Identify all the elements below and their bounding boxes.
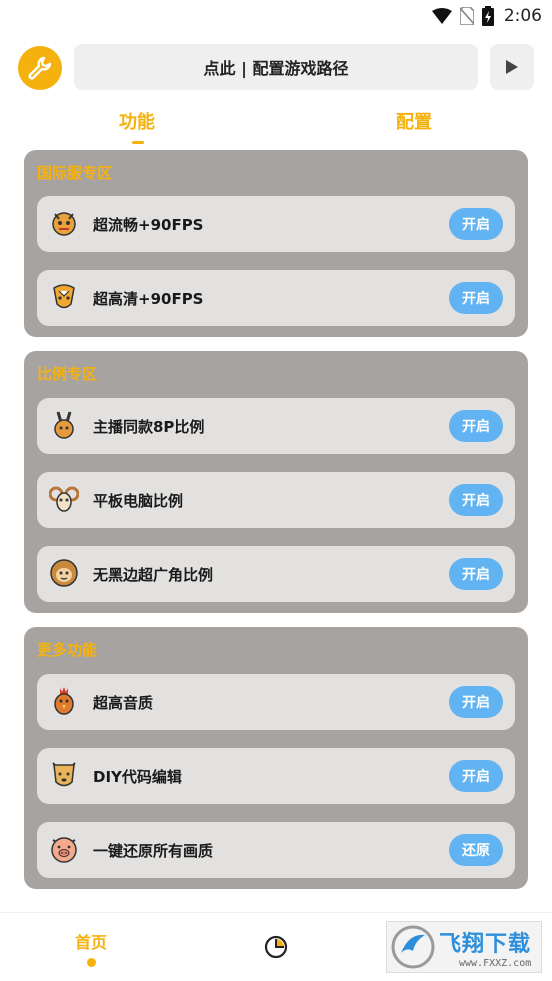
list-item: 超高清+90FPS 开启 xyxy=(37,270,515,326)
list-item: 主播同款8P比例 开启 xyxy=(37,398,515,454)
dog-icon xyxy=(52,762,76,787)
fxxz-logo-icon xyxy=(391,925,435,969)
rooster-icon xyxy=(54,687,74,715)
item-label: 超高音质 xyxy=(93,694,154,712)
enable-button[interactable]: 开启 xyxy=(449,208,503,240)
wifi-icon xyxy=(431,8,452,24)
section-ratio: 比例专区 主播同款8P比例 开启 平板电脑比例 开启 无黑边超广角比例 开启 xyxy=(24,351,528,613)
list-item: DIY代码编辑 开启 xyxy=(37,748,515,804)
enable-button[interactable]: 开启 xyxy=(449,558,503,590)
status-icons: 2:06 xyxy=(431,4,542,28)
item-label: 超高清+90FPS xyxy=(93,290,204,308)
monkey-icon xyxy=(50,559,78,587)
play-button[interactable] xyxy=(490,44,534,90)
enable-button[interactable]: 开启 xyxy=(449,686,503,718)
pig-icon xyxy=(51,837,77,863)
section-title: 比例专区 xyxy=(37,365,98,383)
section-title: 国际服专区 xyxy=(37,164,113,182)
status-bar: 2:06 xyxy=(0,0,552,32)
list-item: 超流畅+90FPS 开启 xyxy=(37,196,515,252)
status-time: 2:06 xyxy=(503,6,542,26)
bottom-nav: 首页 飞翔下载 www.FXXZ.com xyxy=(0,912,552,981)
section-title: 更多功能 xyxy=(37,641,98,659)
item-label: DIY代码编辑 xyxy=(93,768,182,786)
item-label: 超流畅+90FPS xyxy=(93,216,204,234)
configure-game-path-button[interactable]: 点此 | 配置游戏路径 xyxy=(74,44,478,90)
list-item: 一键还原所有画质 还原 xyxy=(37,822,515,878)
nav-home[interactable]: 首页 xyxy=(75,929,107,953)
tab-functions[interactable]: 功能 xyxy=(119,108,155,134)
item-label: 无黑边超广角比例 xyxy=(93,566,214,584)
snake-icon xyxy=(53,284,75,309)
no-sim-icon xyxy=(459,7,474,25)
enable-button[interactable]: 开启 xyxy=(449,282,503,314)
settings-button[interactable] xyxy=(18,46,62,90)
tab-config[interactable]: 配置 xyxy=(396,108,432,134)
pie-chart-icon[interactable] xyxy=(264,935,288,959)
section-international: 国际服专区 超流畅+90FPS 开启 超高清+90FPS 开启 xyxy=(24,150,528,337)
list-item: 平板电脑比例 开启 xyxy=(37,472,515,528)
enable-button[interactable]: 开启 xyxy=(449,760,503,792)
rabbit-icon xyxy=(54,411,74,439)
tab-indicator xyxy=(132,141,144,144)
section-more: 更多功能 超高音质 开启 DIY代码编辑 开启 一键还原所有画质 还原 xyxy=(24,627,528,889)
goat-icon xyxy=(49,486,79,512)
enable-button[interactable]: 开启 xyxy=(449,484,503,516)
watermark-brand: 飞翔下载 xyxy=(439,931,532,957)
top-bar: 点此 | 配置游戏路径 xyxy=(18,44,534,90)
battery-icon xyxy=(481,6,494,26)
item-label: 一键还原所有画质 xyxy=(93,842,214,860)
list-item: 无黑边超广角比例 开启 xyxy=(37,546,515,602)
watermark-url: www.FXXZ.com xyxy=(459,957,532,969)
item-label: 主播同款8P比例 xyxy=(93,418,205,436)
dragon-icon xyxy=(52,212,76,236)
watermark-logo: 飞翔下载 www.FXXZ.com xyxy=(386,921,542,973)
enable-button[interactable]: 开启 xyxy=(449,410,503,442)
item-label: 平板电脑比例 xyxy=(93,492,184,510)
wrench-icon xyxy=(28,56,52,80)
restore-button[interactable]: 还原 xyxy=(449,834,503,866)
list-item: 超高音质 开启 xyxy=(37,674,515,730)
play-icon xyxy=(506,60,518,74)
tab-bar: 功能 配置 xyxy=(0,108,552,148)
nav-active-dot xyxy=(87,958,96,967)
